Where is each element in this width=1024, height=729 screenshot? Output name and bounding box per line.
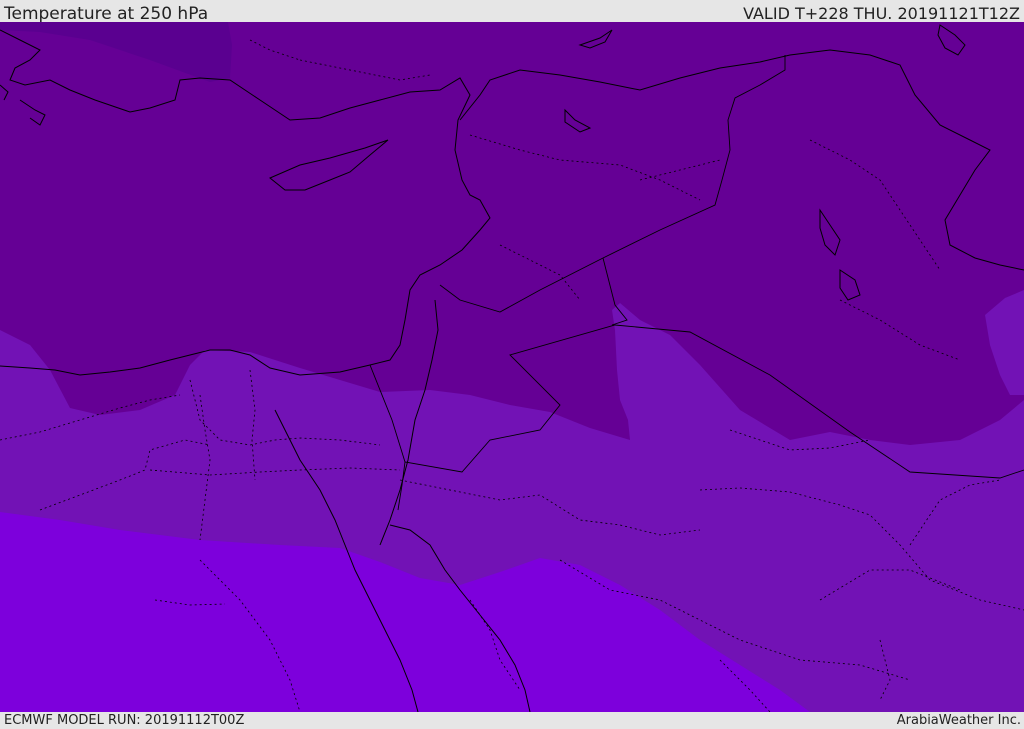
credit-label: ArabiaWeather Inc.	[896, 713, 1021, 728]
temperature-map[interactable]	[0, 22, 1024, 712]
map-footer: ECMWF MODEL RUN: 20191112T00Z ArabiaWeat…	[0, 712, 1024, 729]
map-header: Temperature at 250 hPa VALID T+228 THU. …	[0, 0, 1024, 24]
model-run-label: ECMWF MODEL RUN: 20191112T00Z	[4, 713, 245, 728]
